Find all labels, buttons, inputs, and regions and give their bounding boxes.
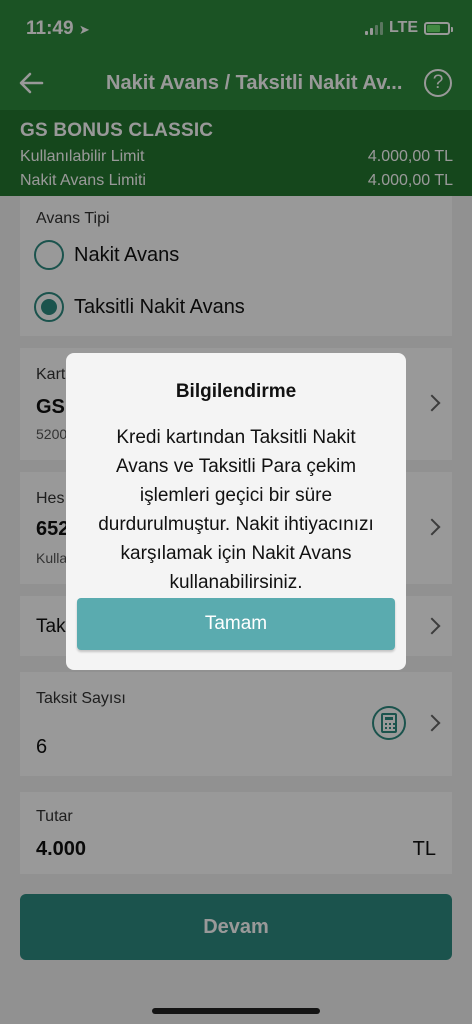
dialog-title: Bilgilendirme — [175, 381, 297, 402]
dialog-ok-button[interactable]: Tamam — [77, 598, 395, 650]
info-dialog: Bilgilendirme Kredi kartından Taksitli N… — [66, 353, 406, 670]
dialog-message: Kredi kartından Taksitli Nakit Avans ve … — [98, 427, 374, 593]
